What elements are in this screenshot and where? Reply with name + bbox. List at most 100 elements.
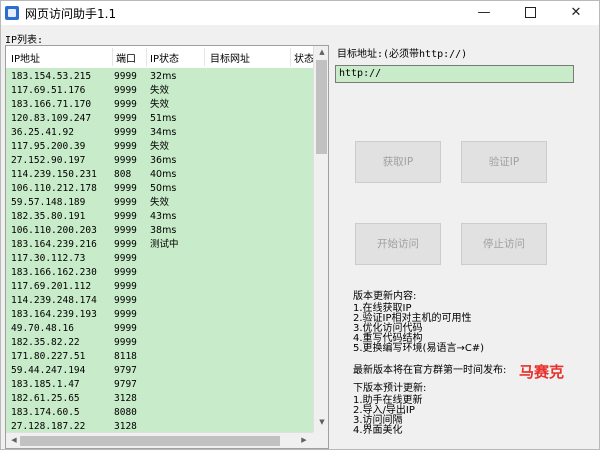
column-header-target-url[interactable]: 目标网址 [210, 50, 250, 65]
table-row[interactable]: 114.239.150.231 808 40ms [6, 168, 313, 182]
ip-list-view[interactable]: IP地址 端口 IP状态 目标网址 状态 183.154.53.215 9999 3… [5, 45, 329, 449]
table-row[interactable]: 59.57.148.189 9999 失效 [6, 196, 313, 210]
ip-cell: 183.164.239.193 [11, 309, 97, 320]
maximize-button[interactable] [507, 1, 553, 25]
table-row[interactable]: 183.166.162.230 9999 [6, 266, 313, 280]
next-version-item: 4.界面美化 [353, 425, 403, 436]
port-cell: 9797 [114, 365, 137, 376]
table-row[interactable]: 183.166.71.170 9999 失效 [6, 98, 313, 112]
ip-status-cell: 34ms [150, 127, 177, 138]
ip-cell: 182.35.82.22 [11, 337, 80, 348]
vertical-scrollbar[interactable]: ▲ ▼ [313, 46, 328, 432]
table-row[interactable]: 183.174.60.5 8080 [6, 406, 313, 420]
horizontal-scroll-thumb[interactable] [20, 436, 280, 446]
target-url-input[interactable]: http:// [335, 65, 574, 83]
table-row[interactable]: 27.152.90.197 9999 36ms [6, 154, 313, 168]
column-header-ip-status[interactable]: IP状态 [150, 50, 179, 65]
ip-list-label: IP列表: [5, 35, 44, 46]
title-bar: 网页访问助手1.1 — ✕ [1, 1, 599, 25]
table-row[interactable]: 182.35.82.22 9999 [6, 336, 313, 350]
horizontal-scrollbar[interactable]: ◀ ▶ [6, 432, 313, 448]
ip-cell: 183.166.71.170 [11, 99, 92, 110]
table-row[interactable]: 106.110.212.178 9999 50ms [6, 182, 313, 196]
close-button[interactable]: ✕ [553, 1, 599, 25]
ip-cell: 182.35.80.191 [11, 211, 86, 222]
list-rows: 183.154.53.215 9999 32ms 117.69.51.176 9999 失… [6, 68, 313, 446]
table-row[interactable]: 183.154.53.215 9999 32ms [6, 70, 313, 84]
ip-status-cell: 32ms [150, 71, 177, 82]
column-header-port[interactable]: 端口 [116, 50, 136, 65]
table-row[interactable]: 182.61.25.65 3128 [6, 392, 313, 406]
table-row[interactable]: 183.185.1.47 9797 [6, 378, 313, 392]
table-row[interactable]: 117.69.201.112 9999 [6, 280, 313, 294]
port-cell: 9999 [114, 127, 137, 138]
port-cell: 9999 [114, 71, 137, 82]
port-cell: 9999 [114, 295, 137, 306]
port-cell: 9999 [114, 323, 137, 334]
table-row[interactable]: 171.80.227.51 8118 [6, 350, 313, 364]
target-url-label: 目标地址:(必须带http://) [337, 49, 468, 60]
ip-cell: 117.69.201.112 [11, 281, 92, 292]
port-cell: 9999 [114, 141, 137, 152]
update-notes-title: 版本更新内容: [353, 291, 417, 302]
ip-status-cell: 43ms [150, 211, 177, 222]
stop-visit-button[interactable]: 停止访问 [461, 223, 547, 265]
scroll-up-icon[interactable]: ▲ [314, 48, 328, 56]
ip-cell: 120.83.109.247 [11, 113, 92, 124]
start-visit-button[interactable]: 开始访问 [355, 223, 441, 265]
window-title: 网页访问助手1.1 [25, 7, 117, 21]
vertical-scroll-thumb[interactable] [316, 60, 327, 154]
table-row[interactable]: 183.164.239.193 9999 [6, 308, 313, 322]
port-cell: 9999 [114, 183, 137, 194]
ip-status-cell: 38ms [150, 225, 177, 236]
table-row[interactable]: 183.164.239.216 9999 测试中 [6, 238, 313, 252]
maximize-icon [524, 7, 536, 18]
ip-cell: 49.70.48.16 [11, 323, 74, 334]
ip-cell: 183.174.60.5 [11, 407, 80, 418]
ip-status-cell: 失效 [150, 85, 170, 96]
ip-status-cell: 失效 [150, 141, 170, 152]
table-row[interactable]: 106.110.200.203 9999 38ms [6, 224, 313, 238]
ip-status-cell: 51ms [150, 113, 177, 124]
scroll-right-icon[interactable]: ▶ [296, 436, 312, 444]
ip-cell: 171.80.227.51 [11, 351, 86, 362]
table-row[interactable]: 59.44.247.194 9797 [6, 364, 313, 378]
ip-cell: 183.166.162.230 [11, 267, 97, 278]
table-row[interactable]: 182.35.80.191 9999 43ms [6, 210, 313, 224]
port-cell: 9999 [114, 281, 137, 292]
ip-cell: 106.110.200.203 [11, 225, 97, 236]
app-window: 网页访问助手1.1 — ✕ IP列表: IP地址 端口 IP状态 目标网址 状态… [0, 0, 600, 450]
table-row[interactable]: 36.25.41.92 9999 34ms [6, 126, 313, 140]
table-row[interactable]: 120.83.109.247 9999 51ms [6, 112, 313, 126]
ip-cell: 117.69.51.176 [11, 85, 86, 96]
ip-cell: 183.154.53.215 [11, 71, 92, 82]
app-icon [5, 6, 19, 20]
ip-status-cell: 36ms [150, 155, 177, 166]
update-note-item: 5.更换编写环境(易语言→C#) [353, 343, 485, 354]
ip-cell: 59.57.148.189 [11, 197, 86, 208]
port-cell: 9999 [114, 99, 137, 110]
ip-cell: 183.185.1.47 [11, 379, 80, 390]
ip-cell: 59.44.247.194 [11, 365, 86, 376]
column-header-ip[interactable]: IP地址 [11, 50, 40, 65]
minimize-button[interactable]: — [461, 1, 507, 25]
ip-cell: 117.30.112.73 [11, 253, 86, 264]
port-cell: 9999 [114, 85, 137, 96]
column-header-status[interactable]: 状态 [294, 50, 314, 65]
table-row[interactable]: 117.30.112.73 9999 [6, 252, 313, 266]
fetch-ip-button[interactable]: 获取IP [355, 141, 441, 183]
ip-cell: 27.152.90.197 [11, 155, 86, 166]
port-cell: 9999 [114, 337, 137, 348]
ip-status-cell: 失效 [150, 197, 170, 208]
ip-cell: 182.61.25.65 [11, 393, 80, 404]
table-row[interactable]: 117.95.200.39 9999 失效 [6, 140, 313, 154]
port-cell: 3128 [114, 393, 137, 404]
table-row[interactable]: 114.239.248.174 9999 [6, 294, 313, 308]
table-row[interactable]: 117.69.51.176 9999 失效 [6, 84, 313, 98]
verify-ip-button[interactable]: 验证IP [461, 141, 547, 183]
port-cell: 808 [114, 169, 132, 180]
table-row[interactable]: 49.70.48.16 9999 [6, 322, 313, 336]
list-header: IP地址 端口 IP状态 目标网址 状态 [6, 46, 314, 69]
scroll-down-icon[interactable]: ▼ [314, 418, 328, 426]
port-cell: 9999 [114, 309, 137, 320]
